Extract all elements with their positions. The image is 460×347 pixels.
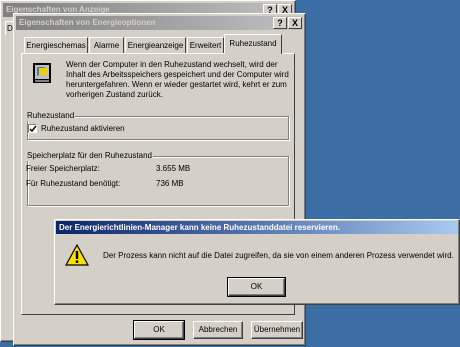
warning-icon — [64, 243, 90, 266]
tab-alarme[interactable]: Alarme — [89, 37, 124, 53]
close-button[interactable]: X — [288, 17, 302, 29]
free-space-label: Freier Speicherplatz: — [26, 164, 100, 173]
hibernate-group-label: Ruhezustand — [26, 110, 76, 121]
apply-button[interactable]: Übernehmen — [251, 321, 303, 339]
error-ok-button[interactable]: OK — [227, 277, 286, 297]
disk-space-group-label: Speicherplatz für den Ruhezustand — [26, 150, 153, 161]
tab-erweitert[interactable]: Erweitert — [187, 37, 224, 53]
power-options-titlebar: Eigenschaften von Energieoptionen ? X — [16, 16, 303, 30]
error-dialog-title: Der Energierichtlinien-Manager kann kein… — [59, 223, 340, 232]
tab-energieschemas[interactable]: Energieschemas — [24, 37, 88, 53]
error-message: Der Prozess kann nicht auf die Datei zug… — [103, 251, 454, 260]
cancel-button[interactable]: Abbrechen — [193, 321, 243, 339]
hibernate-description: Wenn der Computer in den Ruhezustand wec… — [66, 60, 289, 99]
tab-energieanzeige[interactable]: Energieanzeige — [125, 37, 186, 53]
hibernate-checkbox-label[interactable]: Ruhezustand aktivieren — [41, 124, 125, 134]
hibernate-checkbox[interactable] — [28, 124, 37, 133]
error-dialog: Der Energierichtlinien-Manager kann kein… — [54, 219, 460, 305]
help-button[interactable]: ? — [273, 17, 287, 29]
hibernate-icon — [32, 62, 52, 84]
tab-ruhezustand[interactable]: Ruhezustand — [224, 34, 282, 54]
needed-space-label: Für Ruhezustand benötigt: — [26, 179, 121, 188]
ok-button[interactable]: OK — [133, 320, 185, 340]
free-space-value: 3.655 MB — [156, 164, 191, 173]
power-options-title: Eigenschaften von Energieoptionen — [19, 18, 156, 27]
error-dialog-titlebar: Der Energierichtlinien-Manager kann kein… — [56, 221, 458, 234]
needed-space-value: 736 MB — [156, 179, 184, 188]
